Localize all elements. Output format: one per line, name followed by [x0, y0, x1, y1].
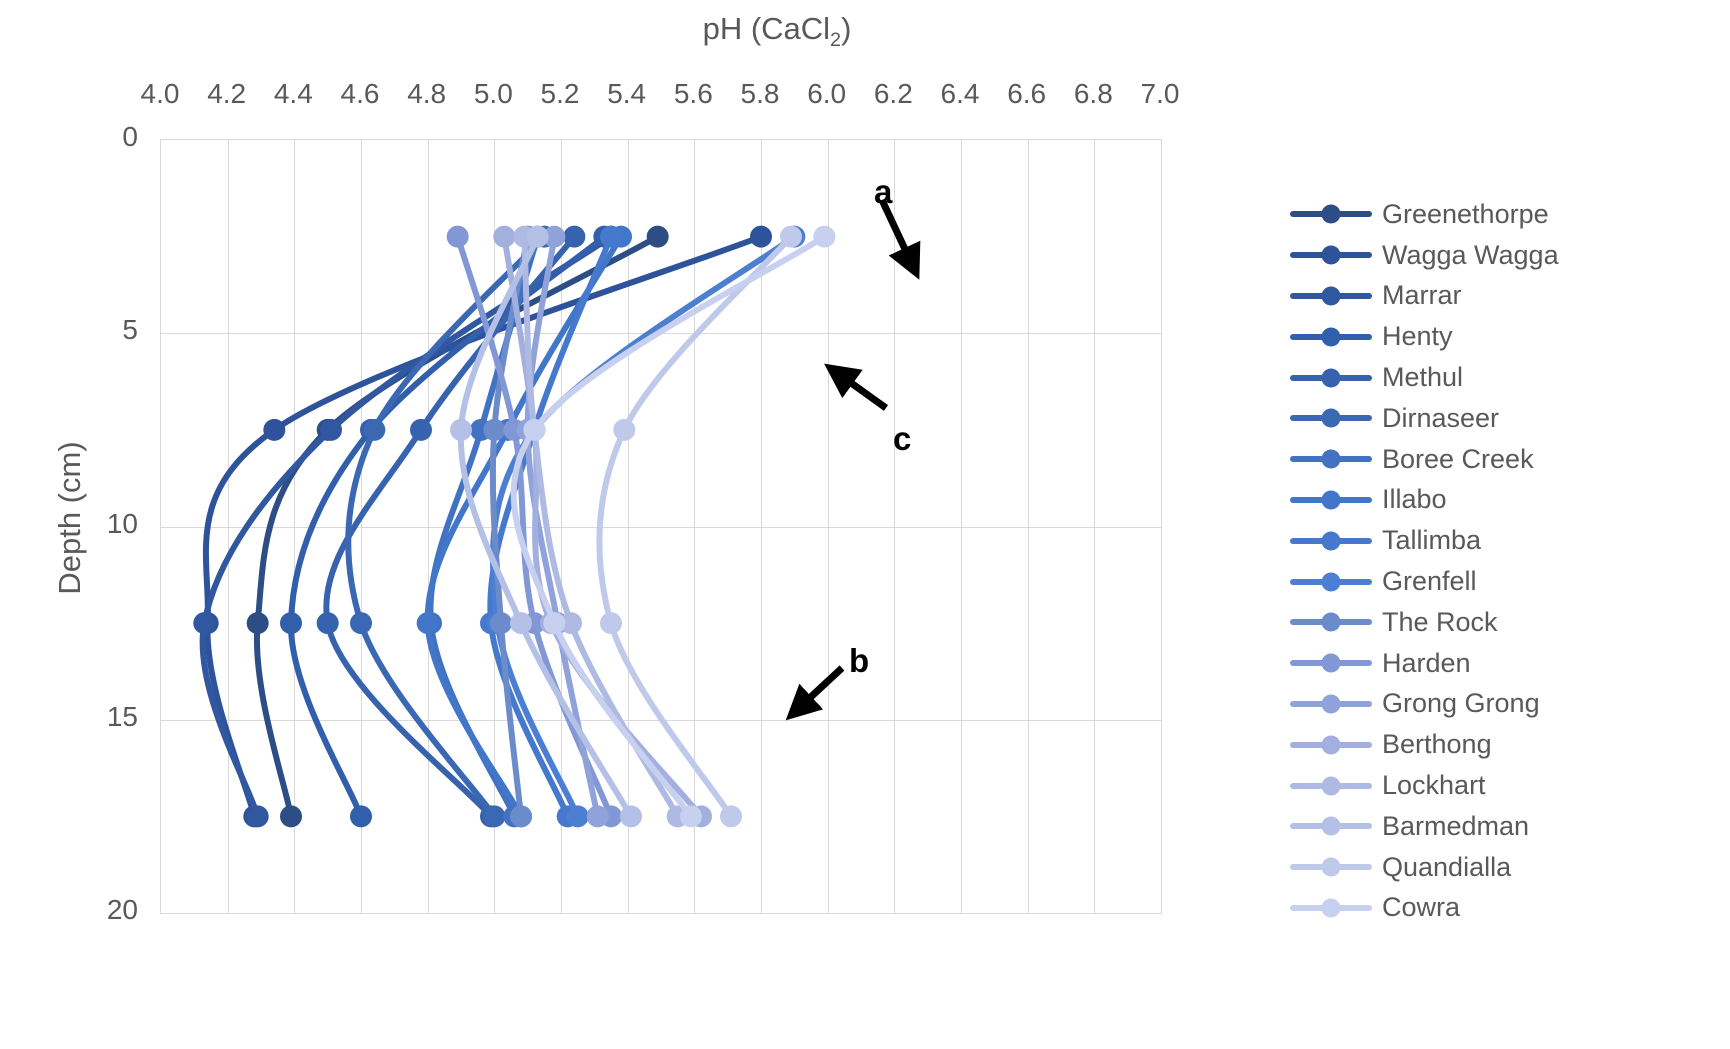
legend-item-label: Marrar	[1382, 280, 1462, 311]
legend-item-quandialla[interactable]: Quandialla	[1290, 847, 1559, 888]
legend-marker-icon	[1321, 612, 1341, 632]
legend-marker-icon	[1321, 245, 1341, 265]
legend-marker-icon	[1321, 449, 1341, 469]
legend-key-swatch	[1290, 776, 1372, 796]
legend-item-label: Quandialla	[1382, 851, 1512, 882]
legend-item-label: Methul	[1382, 362, 1464, 393]
legend-marker-icon	[1321, 327, 1341, 347]
legend-marker-icon	[1321, 694, 1341, 714]
legend-item-label: Berthong	[1382, 729, 1492, 760]
legend-item-label: Greenethorpe	[1382, 198, 1549, 229]
legend-key-swatch	[1290, 735, 1372, 755]
legend-key-swatch	[1290, 612, 1372, 632]
legend-item-greenethorpe[interactable]: Greenethorpe	[1290, 194, 1559, 235]
legend-item-harden[interactable]: Harden	[1290, 643, 1559, 684]
legend-key-swatch	[1290, 245, 1372, 265]
legend-item-cowra[interactable]: Cowra	[1290, 888, 1559, 929]
annotation-arrow-b	[785, 665, 845, 721]
legend-item-label: Cowra	[1382, 892, 1461, 923]
legend-item-label: Illabo	[1382, 484, 1447, 515]
legend-item-the-rock[interactable]: The Rock	[1290, 602, 1559, 643]
legend-marker-icon	[1321, 857, 1341, 877]
legend-marker-icon	[1321, 531, 1341, 551]
legend-item-marrar[interactable]: Marrar	[1290, 276, 1559, 317]
legend-marker-icon	[1321, 368, 1341, 388]
legend-item-label: Grong Grong	[1382, 688, 1540, 719]
legend-item-dirnaseer[interactable]: Dirnaseer	[1290, 398, 1559, 439]
legend-item-label: Grenfell	[1382, 566, 1477, 597]
legend: Greenethorpe Wagga Wagga Marrar Henty Methul…	[1290, 194, 1559, 928]
legend-key-swatch	[1290, 408, 1372, 428]
legend-key-swatch	[1290, 490, 1372, 510]
legend-marker-icon	[1321, 816, 1341, 836]
legend-item-label: Wagga Wagga	[1382, 239, 1559, 270]
legend-key-swatch	[1290, 204, 1372, 224]
legend-item-label: The Rock	[1382, 606, 1498, 637]
legend-item-tallimba[interactable]: Tallimba	[1290, 520, 1559, 561]
legend-item-henty[interactable]: Henty	[1290, 316, 1559, 357]
legend-marker-icon	[1321, 286, 1341, 306]
legend-marker-icon	[1321, 653, 1341, 673]
legend-marker-icon	[1321, 408, 1341, 428]
legend-key-swatch	[1290, 857, 1372, 877]
legend-marker-icon	[1321, 572, 1341, 592]
legend-item-label: Tallimba	[1382, 525, 1482, 556]
legend-item-label: Boree Creek	[1382, 443, 1534, 474]
legend-marker-icon	[1321, 204, 1341, 224]
legend-item-label: Dirnaseer	[1382, 402, 1500, 433]
legend-item-label: Harden	[1382, 647, 1471, 678]
legend-key-swatch	[1290, 816, 1372, 836]
annotation-arrow-c	[824, 363, 889, 411]
annotation-label-c: c	[893, 420, 912, 457]
legend-item-label: Lockhart	[1382, 770, 1486, 801]
legend-marker-icon	[1321, 776, 1341, 796]
annotation-label-b: b	[849, 642, 870, 679]
legend-item-lockhart[interactable]: Lockhart	[1290, 765, 1559, 806]
legend-item-wagga-wagga[interactable]: Wagga Wagga	[1290, 235, 1559, 276]
legend-item-grenfell[interactable]: Grenfell	[1290, 561, 1559, 602]
legend-key-swatch	[1290, 286, 1372, 306]
annotation-label-a: a	[874, 173, 893, 210]
legend-key-swatch	[1290, 572, 1372, 592]
legend-key-swatch	[1290, 449, 1372, 469]
legend-item-barmedman[interactable]: Barmedman	[1290, 806, 1559, 847]
legend-key-swatch	[1290, 531, 1372, 551]
legend-item-label: Henty	[1382, 321, 1453, 352]
legend-item-methul[interactable]: Methul	[1290, 357, 1559, 398]
legend-item-grong-grong[interactable]: Grong Grong	[1290, 684, 1559, 725]
legend-key-swatch	[1290, 327, 1372, 347]
legend-item-berthong[interactable]: Berthong	[1290, 724, 1559, 765]
legend-marker-icon	[1321, 735, 1341, 755]
ph-depth-chart: pH (CaCl2) Depth (cm) 4.0 4.2 4.4 4.6 4.8 5.0…	[0, 0, 1730, 1049]
legend-item-label: Barmedman	[1382, 810, 1530, 841]
legend-marker-icon	[1321, 490, 1341, 510]
legend-item-boree-creek[interactable]: Boree Creek	[1290, 439, 1559, 480]
legend-item-illabo[interactable]: Illabo	[1290, 480, 1559, 521]
legend-key-swatch	[1290, 368, 1372, 388]
legend-key-swatch	[1290, 653, 1372, 673]
legend-key-swatch	[1290, 694, 1372, 714]
legend-marker-icon	[1321, 898, 1341, 918]
legend-key-swatch	[1290, 898, 1372, 918]
